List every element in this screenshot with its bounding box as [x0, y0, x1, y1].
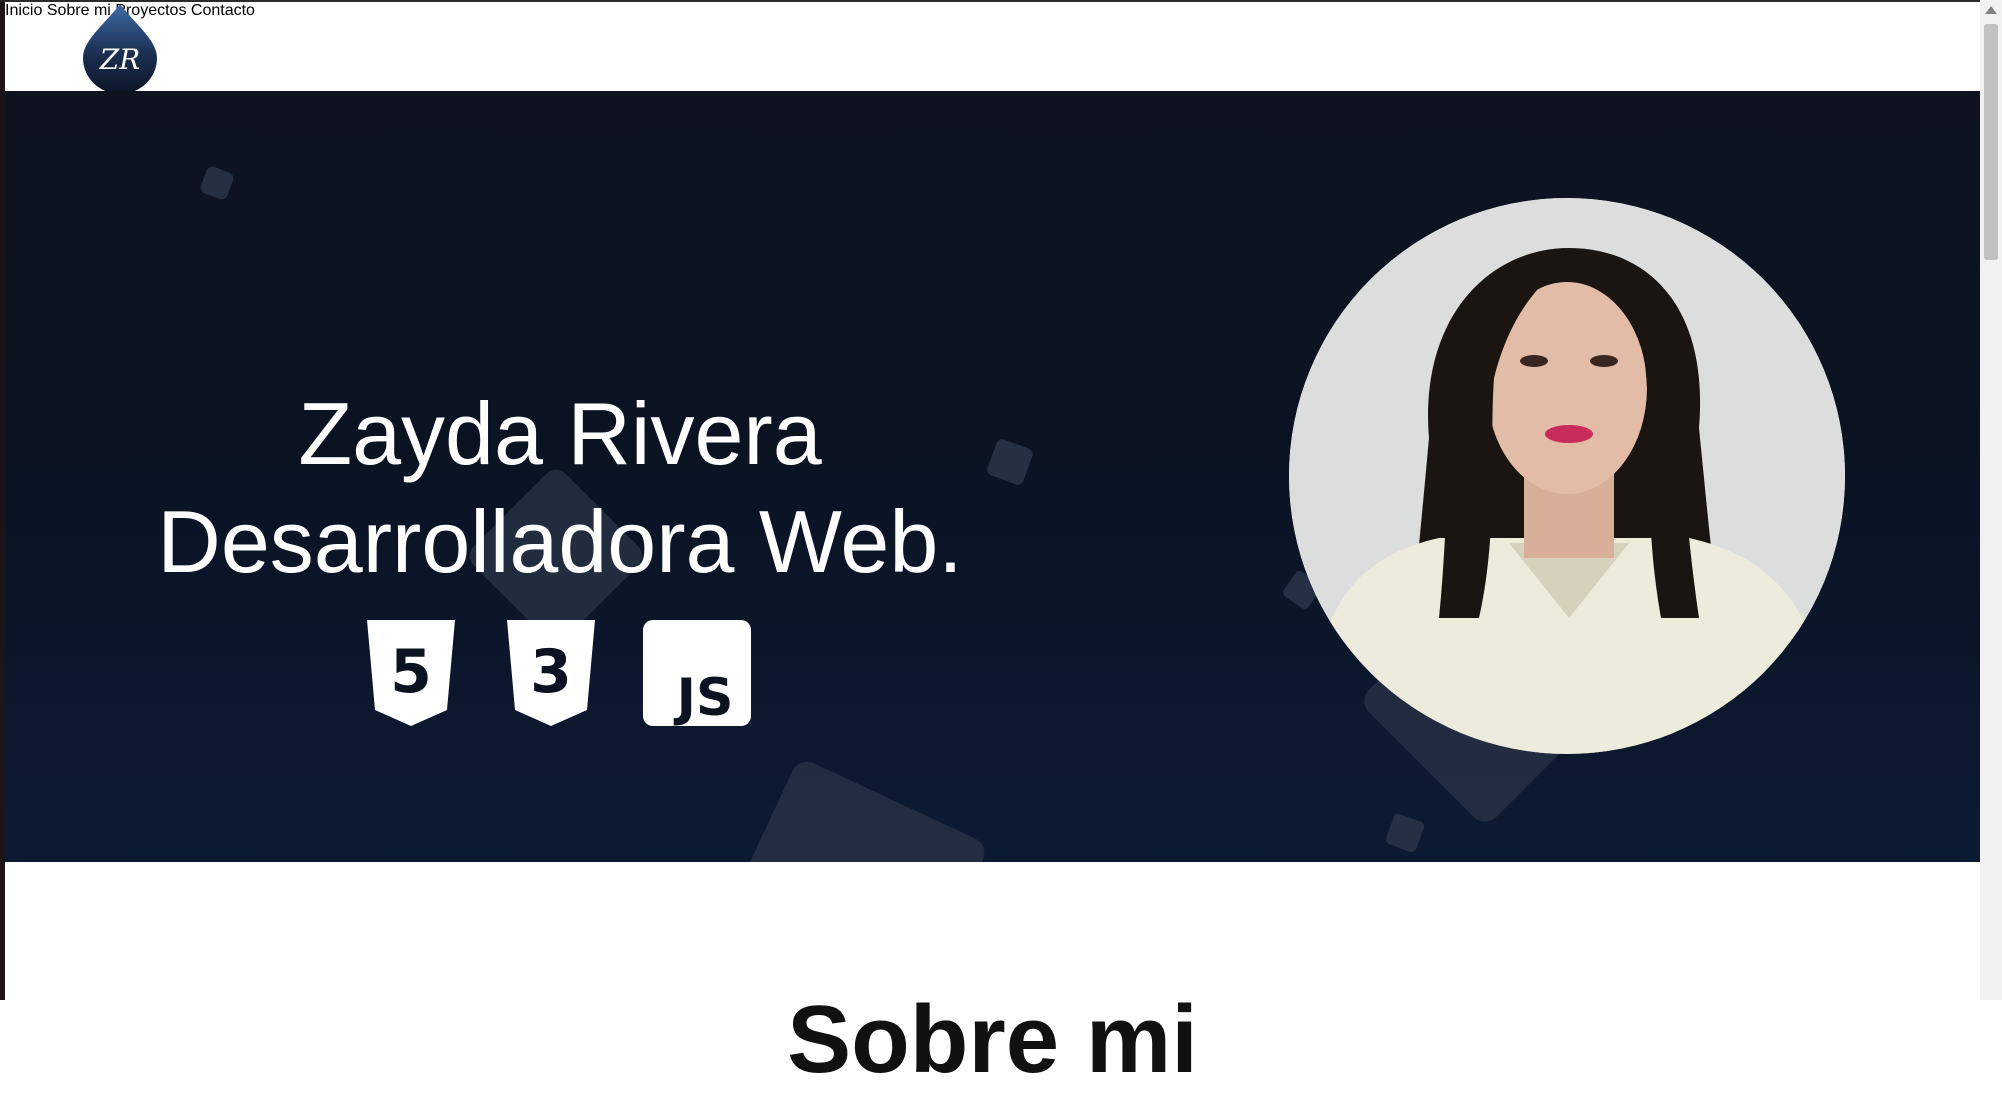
scroll-up-icon[interactable] — [1985, 6, 1997, 14]
html5-icon: 5 — [367, 620, 455, 726]
nav-inicio[interactable]: Inicio — [5, 2, 42, 19]
hero-title: Zayda Rivera Desarrolladora Web. — [85, 380, 1035, 596]
css3-icon: 3 — [507, 620, 595, 726]
zr-logo-icon: ZR — [83, 4, 157, 94]
profile-photo-image — [1289, 198, 1845, 754]
about-title: Sobre mi — [787, 985, 1198, 1093]
svg-text:3: 3 — [530, 637, 572, 707]
svg-text:5: 5 — [390, 637, 432, 707]
page-scrollbar[interactable] — [1980, 0, 2002, 1000]
site-header: ZR Inicio Sobre mi Proyectos Contacto — [5, 2, 1980, 94]
logo-text: ZR — [99, 43, 141, 76]
profile-photo — [1289, 198, 1845, 754]
main-nav: Inicio Sobre mi Proyectos Contacto — [5, 2, 1980, 20]
hero-role: Desarrolladora Web. — [157, 491, 963, 591]
svg-text:JS: JS — [674, 668, 734, 727]
hero-name: Zayda Rivera — [298, 383, 822, 483]
nav-contacto[interactable]: Contacto — [191, 2, 255, 19]
logo-link[interactable]: ZR — [79, 2, 161, 94]
hero-section: Zayda Rivera Desarrolladora Web. 5 3 JS — [5, 91, 1980, 862]
javascript-icon: JS — [643, 620, 751, 727]
scroll-thumb[interactable] — [1984, 24, 1998, 260]
